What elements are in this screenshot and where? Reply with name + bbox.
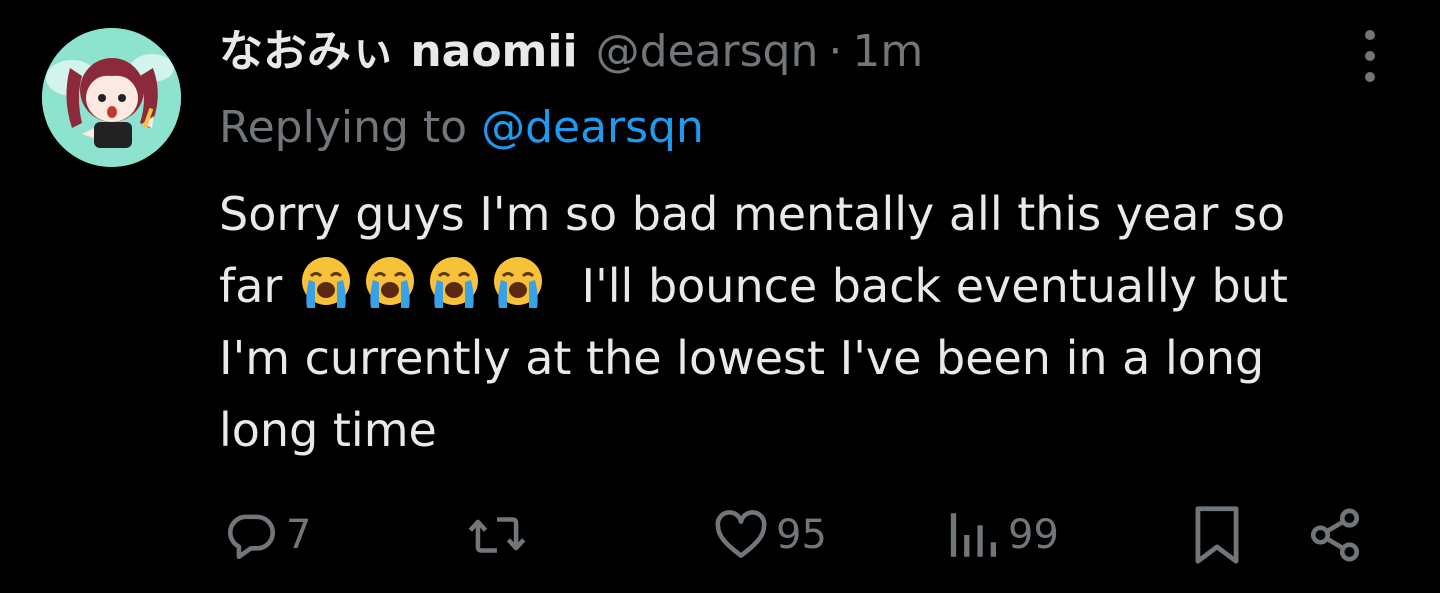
avatar[interactable] — [42, 28, 181, 167]
emoji-group — [297, 257, 568, 313]
reply-mention-link[interactable]: @dearsqn — [481, 102, 704, 153]
views-button[interactable]: 99 — [948, 500, 1059, 570]
bookmark-button[interactable] — [1192, 500, 1242, 570]
bookmark-icon — [1195, 506, 1239, 564]
reply-button[interactable]: 7 — [222, 500, 311, 570]
tweet-line-suffix: I'll bounce back eventually but — [581, 259, 1288, 313]
heart-icon — [715, 510, 767, 558]
tweet[interactable]: なおみぃ naomii @dearsqn · 1m Replying to @d… — [0, 0, 1440, 593]
retweet-icon — [468, 517, 526, 553]
avatar-illustration — [42, 28, 181, 167]
more-options-icon[interactable] — [1352, 30, 1388, 82]
tweet-line-prefix: far — [219, 259, 283, 313]
user-handle[interactable]: @dearsqn — [596, 22, 819, 82]
tweet-header: なおみぃ naomii @dearsqn · 1m — [219, 22, 923, 82]
tweet-line: long time — [219, 403, 437, 457]
loudly-crying-face-icon — [297, 254, 355, 312]
replying-prefix: Replying to — [219, 102, 468, 153]
share-icon — [1310, 508, 1360, 562]
tweet-line: I'm currently at the lowest I've been in… — [219, 331, 1265, 385]
replying-to: Replying to @dearsqn — [219, 98, 704, 158]
like-button[interactable]: 95 — [712, 500, 827, 570]
reply-count: 7 — [286, 512, 312, 558]
views-count: 99 — [1008, 512, 1059, 558]
tweet-line-with-emoji: far I'll bounce back eventually but — [219, 250, 1399, 322]
timestamp[interactable]: 1m — [852, 22, 923, 82]
separator-dot: · — [828, 26, 843, 77]
retweet-button[interactable] — [466, 500, 534, 570]
loudly-crying-face-icon — [489, 254, 547, 312]
display-name[interactable]: なおみぃ naomii — [219, 22, 578, 82]
more-dot — [1365, 72, 1375, 82]
like-count: 95 — [776, 512, 827, 558]
tweet-line: Sorry guys I'm so bad mentally all this … — [219, 187, 1286, 241]
tweet-text: Sorry guys I'm so bad mentally all this … — [219, 178, 1399, 466]
more-dot — [1365, 30, 1375, 40]
action-bar: 7 95 99 — [0, 500, 1440, 570]
reply-icon — [228, 514, 275, 560]
loudly-crying-face-icon — [361, 254, 419, 312]
loudly-crying-face-icon — [425, 254, 483, 312]
more-dot — [1365, 51, 1375, 61]
share-button[interactable] — [1306, 500, 1364, 570]
views-icon — [950, 513, 997, 557]
